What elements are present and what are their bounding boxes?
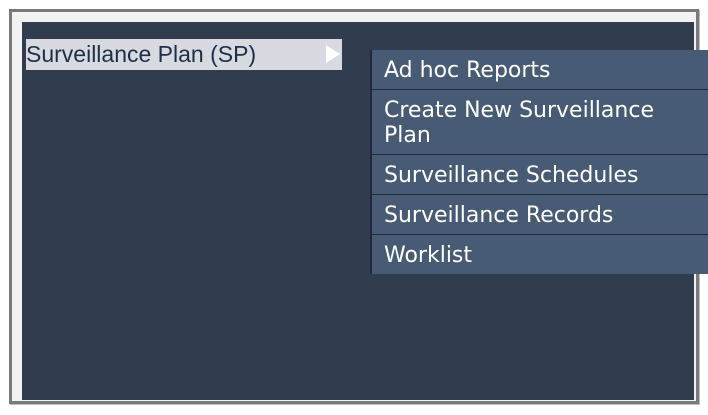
submenu-item-label: Create New Surveillance Plan — [384, 98, 654, 148]
submenu-item-label: Worklist — [384, 243, 473, 268]
submenu-item-label: Surveillance Records — [384, 203, 614, 228]
menu-item-surveillance-plan[interactable]: Surveillance Plan (SP) — [26, 39, 342, 70]
submenu-item-worklist[interactable]: Worklist — [372, 235, 708, 274]
submenu-item-ad-hoc-reports[interactable]: Ad hoc Reports — [372, 50, 708, 90]
submenu-item-label: Surveillance Schedules — [384, 163, 639, 188]
menu-window-frame: Surveillance Plan (SP) Ad hoc Reports Cr… — [9, 9, 708, 404]
menu-panel: Surveillance Plan (SP) Ad hoc Reports Cr… — [22, 22, 708, 400]
submenu-item-label: Ad hoc Reports — [384, 58, 551, 83]
submenu-item-surveillance-schedules[interactable]: Surveillance Schedules — [372, 155, 708, 195]
submenu-item-surveillance-records[interactable]: Surveillance Records — [372, 195, 708, 235]
arrow-right-icon — [326, 45, 340, 63]
submenu: Ad hoc Reports Create New Surveillance P… — [370, 50, 708, 274]
menu-item-label: Surveillance Plan (SP) — [26, 41, 257, 67]
submenu-item-create-new-surveillance-plan[interactable]: Create New Surveillance Plan — [372, 90, 708, 155]
